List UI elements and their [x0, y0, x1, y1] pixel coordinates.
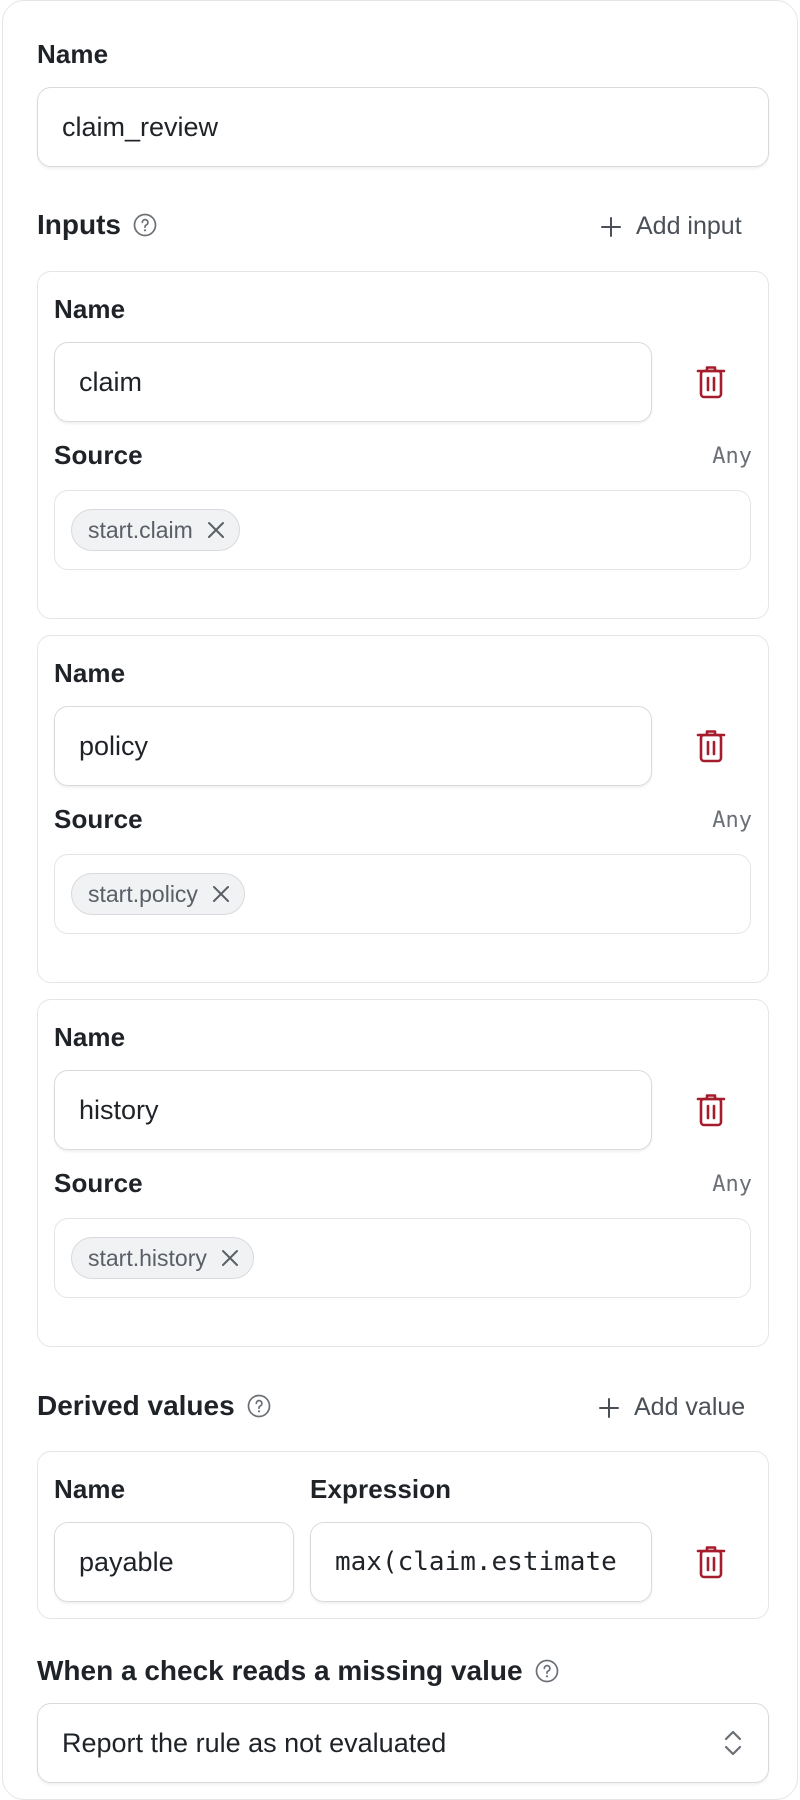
rule-name-label: Name — [37, 39, 109, 69]
input-type-hint: Any — [712, 1172, 752, 1197]
derived-card: Name Expression payable max(claim.estima… — [37, 1451, 769, 1619]
derived-section-header: Derived values — [37, 1390, 271, 1422]
source-chip-label: start.policy — [88, 880, 198, 907]
missing-value-header: When a check reads a missing value — [37, 1655, 559, 1687]
source-chip: start.history — [71, 1237, 254, 1279]
source-chip-label: start.claim — [88, 516, 193, 543]
input-source-field[interactable]: start.policy — [54, 854, 751, 934]
remove-chip-icon[interactable] — [221, 1249, 239, 1267]
trash-icon — [696, 1546, 726, 1579]
remove-chip-icon[interactable] — [212, 885, 230, 903]
source-chip: start.policy — [71, 873, 245, 915]
missing-help-icon[interactable] — [535, 1659, 559, 1683]
input-type-hint: Any — [712, 808, 752, 833]
input-source-label: Source — [54, 440, 143, 470]
plus-icon — [601, 216, 621, 237]
input-name-label: Name — [54, 1022, 126, 1052]
trash-icon — [696, 366, 726, 399]
derived-expression-field[interactable]: max(claim.estimate — [310, 1522, 652, 1602]
delete-input-button[interactable] — [695, 1092, 727, 1128]
input-card: Name claim Source Any start.claim — [37, 271, 769, 619]
delete-input-button[interactable] — [695, 364, 727, 400]
delete-value-button[interactable] — [695, 1544, 727, 1580]
remove-chip-icon[interactable] — [207, 521, 225, 539]
input-name-label: Name — [54, 658, 126, 688]
missing-value-selected: Report the rule as not evaluated — [62, 1727, 447, 1758]
plus-icon — [599, 1397, 619, 1418]
source-chip-label: start.history — [88, 1244, 207, 1271]
chevron-up-down-icon — [724, 1730, 742, 1756]
input-type-hint: Any — [712, 444, 752, 469]
add-value-label: Add value — [634, 1393, 746, 1421]
source-chip: start.claim — [71, 509, 240, 551]
rule-editor-panel: Name claim_review Inputs Add input Name … — [2, 0, 798, 1800]
derived-expression-label: Expression — [310, 1474, 452, 1504]
input-source-field[interactable]: start.history — [54, 1218, 751, 1298]
add-input-label: Add input — [636, 212, 742, 240]
input-name-field[interactable]: policy — [54, 706, 652, 786]
derived-help-icon[interactable] — [247, 1394, 271, 1418]
derived-title: Derived values — [37, 1390, 235, 1421]
add-input-button[interactable]: Add input — [600, 212, 742, 241]
delete-input-button[interactable] — [695, 728, 727, 764]
derived-name-label: Name — [54, 1474, 126, 1504]
input-name-label: Name — [54, 294, 126, 324]
input-card: Name policy Source Any start.policy — [37, 635, 769, 983]
input-source-label: Source — [54, 1168, 143, 1198]
input-source-field[interactable]: start.claim — [54, 490, 751, 570]
add-value-button[interactable]: Add value — [598, 1393, 745, 1422]
missing-value-title: When a check reads a missing value — [37, 1655, 523, 1686]
input-name-field[interactable]: history — [54, 1070, 652, 1150]
derived-name-field[interactable]: payable — [54, 1522, 294, 1602]
trash-icon — [696, 730, 726, 763]
input-source-label: Source — [54, 804, 143, 834]
trash-icon — [696, 1094, 726, 1127]
inputs-help-icon[interactable] — [133, 213, 157, 237]
input-card: Name history Source Any start.history — [37, 999, 769, 1347]
input-name-field[interactable]: claim — [54, 342, 652, 422]
inputs-section-header: Inputs — [37, 209, 157, 241]
rule-name-input[interactable]: claim_review — [37, 87, 769, 167]
missing-value-select[interactable]: Report the rule as not evaluated — [37, 1703, 769, 1783]
inputs-title: Inputs — [37, 209, 121, 240]
